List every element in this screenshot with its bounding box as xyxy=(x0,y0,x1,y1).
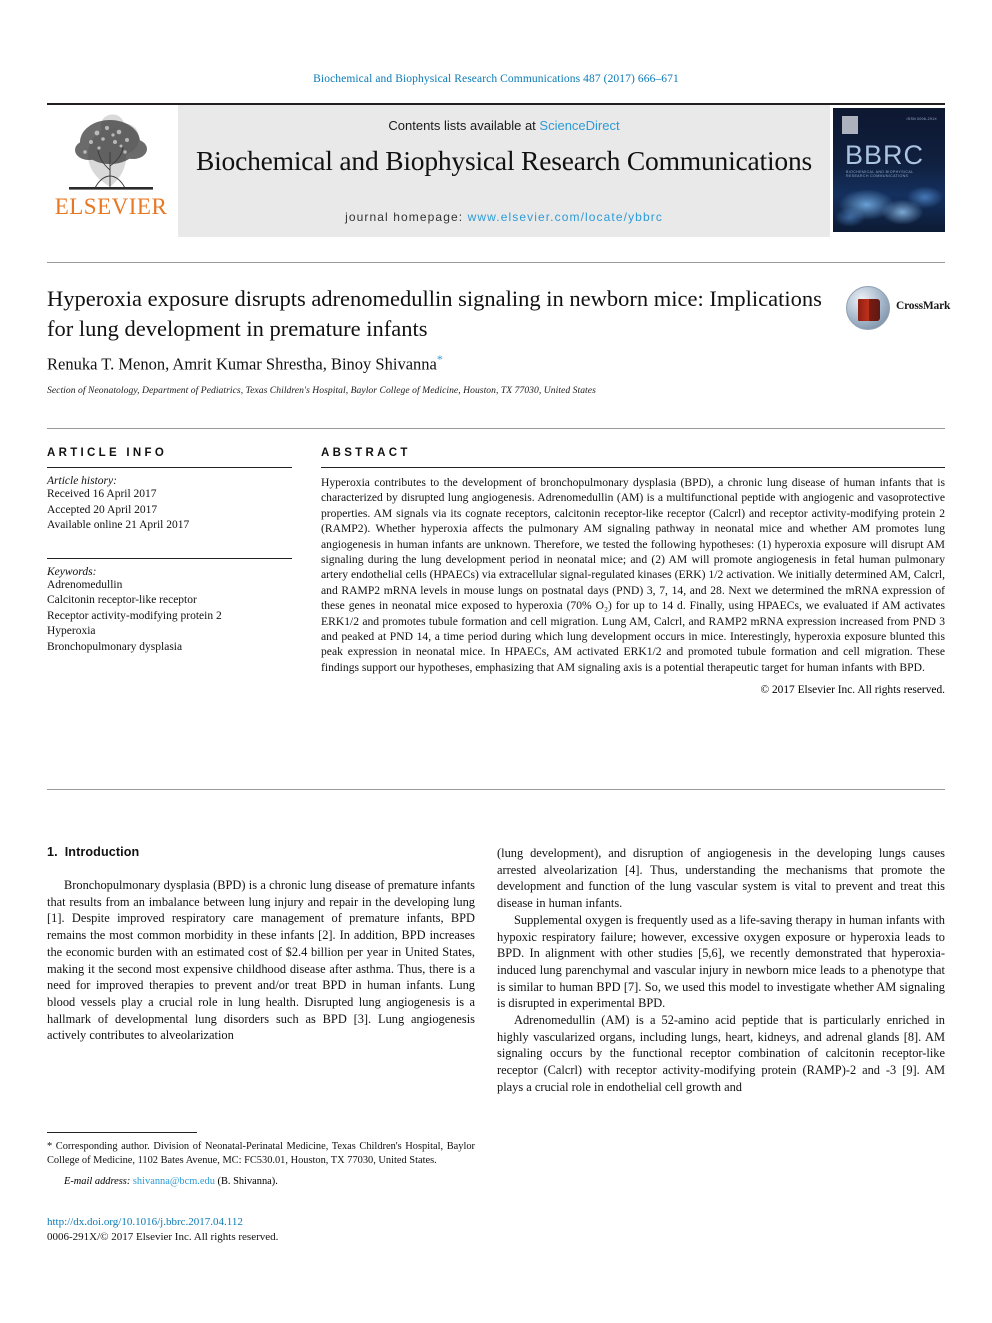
sciencedirect-link[interactable]: ScienceDirect xyxy=(539,118,619,133)
journal-homepage-link[interactable]: www.elsevier.com/locate/ybbrc xyxy=(468,210,663,224)
paper-page: Biochemical and Biophysical Research Com… xyxy=(0,0,992,1323)
corresponding-author-marker: * xyxy=(436,352,443,366)
elsevier-logo: ELSEVIER xyxy=(47,105,175,237)
email-address-label: E-mail address: xyxy=(64,1176,131,1188)
paragraph: Supplemental oxygen is frequently used a… xyxy=(497,912,945,1011)
article-info-heading: ARTICLE INFO xyxy=(47,447,168,459)
article-history-online: Available online 21 April 2017 xyxy=(47,519,190,531)
paragraph: Bronchopulmonary dysplasia (BPD) is a ch… xyxy=(47,878,475,1043)
keyword-item: Receptor activity-modifying protein 2 xyxy=(47,609,222,622)
footnote-text: * Corresponding author. Division of Neon… xyxy=(47,1141,475,1166)
section-title: Introduction xyxy=(64,845,140,859)
journal-running-head: Biochemical and Biophysical Research Com… xyxy=(313,73,679,85)
journal-cover-thumbnail: ISSN 0006-291X BBRC BIOCHEMICAL AND BIOP… xyxy=(833,108,945,232)
journal-homepage-line: journal homepage: www.elsevier.com/locat… xyxy=(178,210,830,224)
journal-masthead: ELSEVIER Contents lists available at Sci… xyxy=(47,103,945,237)
crossmark-badge[interactable]: CrossMark xyxy=(846,284,950,336)
keywords-label: Keywords: xyxy=(47,565,97,578)
email-link[interactable]: shivanna@bcm.edu xyxy=(133,1176,215,1187)
body-column-right: (lung development), and disruption of an… xyxy=(497,845,945,1096)
footnote-email-line: E-mail address: shivanna@bcm.edu (B. Shi… xyxy=(47,1176,475,1187)
article-history-received: Received 16 April 2017 xyxy=(47,488,157,500)
homepage-prefix: journal homepage: xyxy=(345,210,468,224)
corresponding-author-footnote: * Corresponding author. Division of Neon… xyxy=(47,1132,475,1187)
cover-acronym: BBRC xyxy=(845,140,925,170)
email-owner: (B. Shivanna). xyxy=(217,1176,278,1188)
article-info-rule xyxy=(47,467,292,468)
issn-copyright-line: 0006-291X/© 2017 Elsevier Inc. All right… xyxy=(47,1231,279,1243)
abstract-copyright: © 2017 Elsevier Inc. All rights reserved… xyxy=(760,684,945,697)
colophon: http://dx.doi.org/10.1016/j.bbrc.2017.04… xyxy=(47,1215,517,1245)
keyword-item: Adrenomedullin xyxy=(47,578,123,591)
abstract-section-bottom-divider xyxy=(47,789,945,790)
keyword-item: Calcitonin receptor-like receptor xyxy=(47,594,197,606)
article-history-label: Article history: xyxy=(47,475,117,487)
article-info-panel: ARTICLE INFO Article history: Received 1… xyxy=(47,447,292,655)
affiliation: Section of Neonatology, Department of Pe… xyxy=(47,385,596,396)
body-column-left: 1. Introduction Bronchopulmonary dysplasi… xyxy=(47,845,475,1044)
author-list: Renuka T. Menon, Amrit Kumar Shrestha, B… xyxy=(47,352,847,375)
section-number: 1. xyxy=(47,845,58,859)
crossmark-label: CrossMark xyxy=(896,300,951,312)
contents-prefix: Contents lists available at xyxy=(388,118,540,133)
journal-title: Biochemical and Biophysical Research Com… xyxy=(195,145,813,176)
abstract-text: Hyperoxia contributes to the development… xyxy=(321,476,945,674)
abstract-rule xyxy=(321,467,945,468)
doi-link[interactable]: http://dx.doi.org/10.1016/j.bbrc.2017.04… xyxy=(47,1215,517,1230)
keyword-item: Bronchopulmonary dysplasia xyxy=(47,640,183,653)
crossmark-book-icon xyxy=(858,299,880,321)
journal-band: Contents lists available at ScienceDirec… xyxy=(178,105,830,237)
paragraph: Adrenomedullin (AM) is a 52-amino acid p… xyxy=(497,1013,945,1094)
elsevier-tree-icon xyxy=(55,108,167,194)
abstract-heading: ABSTRACT xyxy=(321,447,411,459)
author-names: Renuka T. Menon, Amrit Kumar Shrestha, B… xyxy=(47,354,437,374)
cover-elsevier-mark-icon xyxy=(842,116,858,134)
page-title: Hyperoxia exposure disrupts adrenomedull… xyxy=(47,286,822,341)
paragraph: (lung development), and disruption of an… xyxy=(497,846,945,911)
article-history-accepted: Accepted 20 April 2017 xyxy=(47,503,158,516)
keyword-item: Hyperoxia xyxy=(47,625,96,637)
section-heading-introduction: 1. Introduction xyxy=(47,845,475,859)
crossmark-circle-icon xyxy=(846,286,890,330)
cover-subtitle: BIOCHEMICAL AND BIOPHYSICAL RESEARCH COM… xyxy=(846,170,914,178)
keywords-rule xyxy=(47,557,292,559)
contents-available-line: Contents lists available at ScienceDirec… xyxy=(178,118,830,133)
footnote-divider xyxy=(47,1132,197,1133)
elsevier-wordmark: ELSEVIER xyxy=(54,194,168,219)
keywords-block: Keywords: Adrenomedullin Calcitonin rece… xyxy=(47,566,292,656)
abstract-panel: ABSTRACT Hyperoxia contributes to the de… xyxy=(321,447,945,696)
abstract-section-top-divider xyxy=(47,428,945,429)
cover-corner-note: ISSN 0006-291X xyxy=(906,117,937,121)
title-divider xyxy=(47,262,945,263)
